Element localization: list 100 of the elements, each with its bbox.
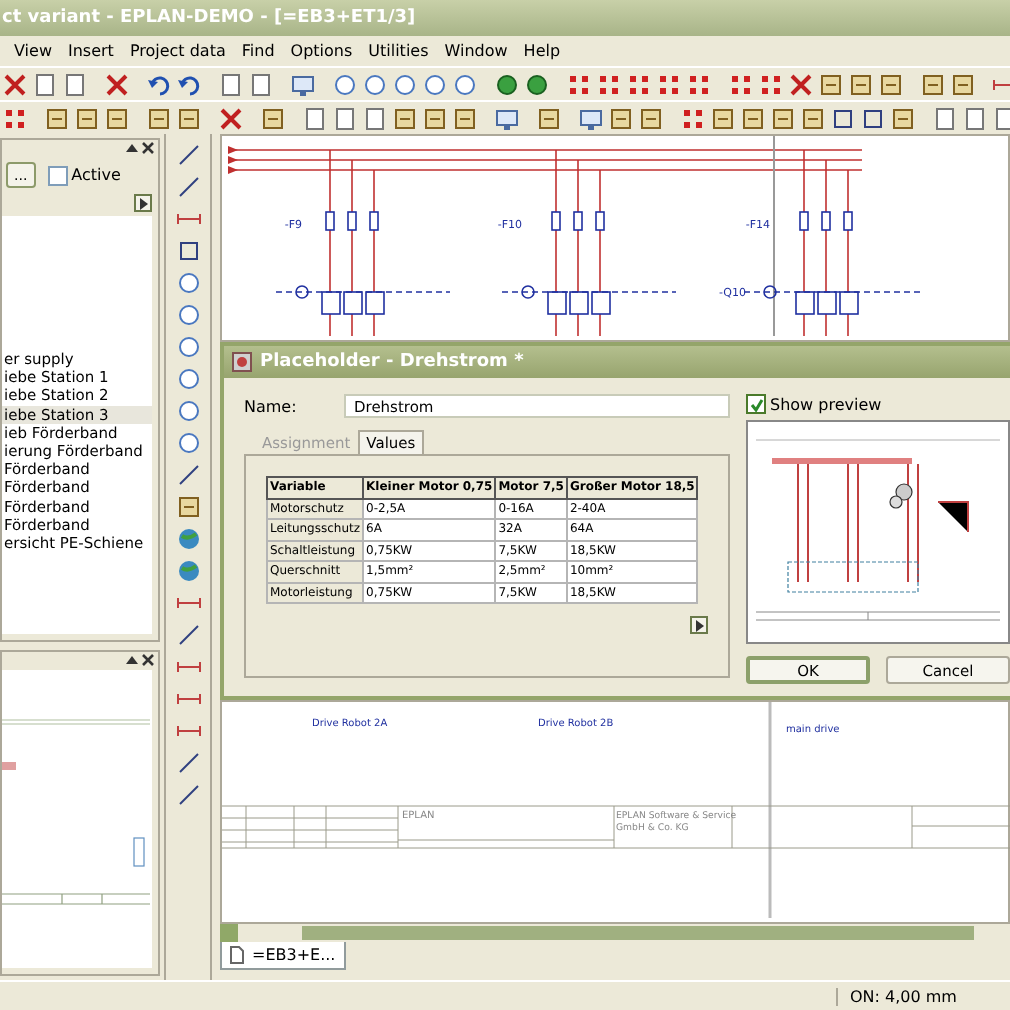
grid-icon[interactable]	[566, 71, 592, 97]
circle-icon[interactable]	[175, 366, 201, 392]
checkbox-label: Show preview	[770, 395, 882, 413]
grid-icon[interactable]	[686, 71, 712, 97]
grid-icon[interactable]	[728, 71, 754, 97]
window-title: ct variant - EPLAN-DEMO - [=EB3+ET1/3]	[0, 0, 1010, 36]
menu-item[interactable]: Options	[288, 42, 355, 60]
symbol-icon[interactable]	[920, 71, 946, 97]
page-icon[interactable]	[62, 71, 88, 97]
circle-icon[interactable]	[422, 71, 448, 97]
more-button[interactable]: ...	[6, 162, 36, 188]
close-icon[interactable]	[142, 654, 154, 666]
square-icon[interactable]	[175, 238, 201, 264]
grid-icon[interactable]	[680, 105, 706, 131]
circle-icon[interactable]	[175, 302, 201, 328]
line-icon[interactable]	[175, 142, 201, 168]
symbol-icon[interactable]	[44, 105, 70, 131]
grid-icon[interactable]	[596, 71, 622, 97]
scroll-left-button[interactable]	[220, 924, 238, 943]
symbol-icon[interactable]	[770, 105, 796, 131]
circle-icon[interactable]	[175, 334, 201, 360]
monitor-icon[interactable]	[290, 71, 316, 97]
circle-icon[interactable]	[175, 398, 201, 424]
circle-icon[interactable]	[332, 71, 358, 97]
circle-icon[interactable]	[392, 71, 418, 97]
arrow-button[interactable]	[134, 194, 152, 212]
page-icon[interactable]	[218, 71, 244, 97]
symbol-icon[interactable]	[638, 105, 664, 131]
page-icon[interactable]	[962, 105, 988, 131]
cross-icon[interactable]	[788, 71, 814, 97]
symbol-icon[interactable]	[848, 71, 874, 97]
page-icon[interactable]	[362, 105, 388, 131]
symbol-icon[interactable]	[422, 105, 448, 131]
symbol-icon[interactable]	[608, 105, 634, 131]
symbol-icon[interactable]	[74, 105, 100, 131]
symbol-icon[interactable]	[146, 105, 172, 131]
symbol-icon[interactable]	[176, 105, 202, 131]
line-icon[interactable]	[175, 782, 201, 808]
symbol-icon[interactable]	[950, 71, 976, 97]
circle-icon[interactable]	[494, 71, 520, 97]
curved-arrow-icon[interactable]	[176, 71, 202, 97]
field-label: Name:	[244, 397, 299, 415]
line-icon[interactable]	[175, 622, 201, 648]
checkbox[interactable]	[47, 165, 68, 185]
circle-icon[interactable]	[362, 71, 388, 97]
page-icon[interactable]	[332, 105, 358, 131]
globe-icon[interactable]	[175, 526, 201, 552]
arrow-button[interactable]	[690, 616, 708, 634]
pin-icon[interactable]	[126, 654, 138, 666]
symbol-icon[interactable]	[175, 494, 201, 520]
grid-icon[interactable]	[2, 105, 28, 131]
symbol-icon[interactable]	[800, 105, 826, 131]
symbol-icon[interactable]	[878, 71, 904, 97]
cross-icon[interactable]	[2, 71, 28, 97]
cross-icon[interactable]	[104, 71, 130, 97]
menu-item[interactable]: Help	[521, 42, 563, 60]
monitor-icon[interactable]	[494, 105, 520, 131]
cross-icon[interactable]	[218, 105, 244, 131]
scrollbar-thumb[interactable]	[302, 926, 974, 941]
page-icon	[230, 946, 244, 965]
close-icon[interactable]	[142, 142, 154, 154]
menu-item[interactable]: Utilities	[366, 42, 431, 60]
square-icon[interactable]	[830, 105, 856, 131]
line-icon[interactable]	[175, 462, 201, 488]
circle-icon[interactable]	[175, 430, 201, 456]
menu-item[interactable]: View	[12, 42, 54, 60]
checkbox-label: Active	[71, 166, 121, 184]
line-icon[interactable]	[175, 750, 201, 776]
symbol-icon[interactable]	[740, 105, 766, 131]
globe-icon[interactable]	[175, 558, 201, 584]
line-icon[interactable]	[175, 174, 201, 200]
square-icon[interactable]	[860, 105, 886, 131]
symbol-icon[interactable]	[710, 105, 736, 131]
pin-icon[interactable]	[126, 142, 138, 154]
monitor-icon[interactable]	[578, 105, 604, 131]
symbol-icon[interactable]	[392, 105, 418, 131]
symbol-icon[interactable]	[260, 105, 286, 131]
menu-item[interactable]: Window	[442, 42, 510, 60]
symbol-icon[interactable]	[890, 105, 916, 131]
menu-item[interactable]: Find	[239, 42, 277, 60]
grid-icon[interactable]	[758, 71, 784, 97]
symbol-icon[interactable]	[818, 71, 844, 97]
page-icon[interactable]	[932, 105, 958, 131]
circle-icon[interactable]	[452, 71, 478, 97]
page-tab[interactable]: =EB3+E...	[220, 942, 346, 971]
page-icon[interactable]	[32, 71, 58, 97]
page-icon[interactable]	[302, 105, 328, 131]
symbol-icon[interactable]	[104, 105, 130, 131]
curved-arrow-icon[interactable]	[146, 71, 172, 97]
symbol-icon[interactable]	[536, 105, 562, 131]
circle-icon[interactable]	[524, 71, 550, 97]
symbol-icon[interactable]	[452, 105, 478, 131]
circle-icon[interactable]	[175, 270, 201, 296]
menu-item[interactable]: Insert	[65, 42, 116, 60]
grid-icon[interactable]	[626, 71, 652, 97]
menu-item[interactable]: Project data	[127, 42, 228, 60]
checkbox[interactable]	[746, 394, 766, 414]
page-icon[interactable]	[248, 71, 274, 97]
grid-icon[interactable]	[656, 71, 682, 97]
status-reading: ON: 4,00 mm	[836, 987, 1010, 1005]
